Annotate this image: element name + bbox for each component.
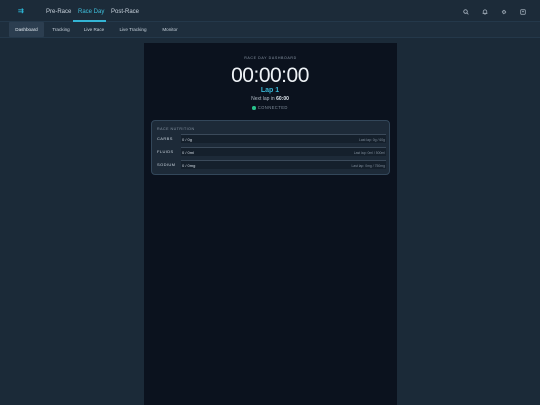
nav-race-day[interactable]: Race Day: [78, 0, 104, 22]
app-logo-icon[interactable]: ⇉: [18, 8, 28, 16]
gear-icon[interactable]: [501, 9, 507, 15]
search-icon[interactable]: [463, 9, 469, 15]
tab-tracking[interactable]: Tracking: [48, 22, 74, 37]
tab-dashboard[interactable]: Dashboard: [9, 22, 44, 37]
sodium-last-lap: Last lap: 0mg / 750mg: [351, 163, 385, 168]
nav-post-race[interactable]: Post-Race: [111, 0, 139, 22]
status-dot-icon: [252, 106, 256, 110]
carbs-last-lap: Last lap: 0g / 60g: [358, 137, 385, 142]
sodium-value: 0 / 0mg: [182, 163, 196, 168]
carbs-value: 0 / 0g: [182, 137, 193, 142]
next-lap-value: 60:00: [276, 96, 289, 102]
bell-icon[interactable]: [482, 9, 488, 15]
carbs-progress-bar: 0 / 0g Last lap: 0g / 60g: [181, 134, 386, 143]
next-lap-countdown: Next lap in 60:00: [0, 96, 540, 102]
dashboard-title: RACE DAY DASHBOARD: [244, 56, 297, 60]
user-icon[interactable]: [520, 9, 526, 15]
race-nutrition-card: RACE NUTRITION CARBS 0 / 0g Last lap: 0g…: [151, 120, 390, 175]
connection-status: CONNECTED: [0, 105, 540, 110]
connection-status-label: CONNECTED: [257, 105, 288, 110]
fluids-value: 0 / 0ml: [182, 150, 195, 155]
sodium-label: SODIUM: [157, 162, 176, 167]
next-lap-label: Next lap in: [251, 96, 277, 102]
fluids-label: FLUIDS: [157, 149, 174, 154]
tab-live-race[interactable]: Live Race: [81, 22, 107, 37]
sodium-progress-bar: 0 / 0mg Last lap: 0mg / 750mg: [181, 160, 386, 169]
lap-counter: Lap 1: [260, 87, 280, 94]
carbs-label: CARBS: [157, 136, 173, 141]
tab-monitor[interactable]: Monitor: [158, 22, 182, 37]
fluids-progress-bar: 0 / 0ml Last lap: 0ml / 500ml: [181, 147, 386, 156]
nav-pre-race[interactable]: Pre-Race: [46, 0, 71, 22]
race-timer: 00:00:00: [231, 64, 309, 87]
fluids-last-lap: Last lap: 0ml / 500ml: [353, 150, 385, 155]
tab-live-tracking[interactable]: Live Tracking: [115, 22, 151, 37]
nutrition-title: RACE NUTRITION: [157, 127, 195, 131]
